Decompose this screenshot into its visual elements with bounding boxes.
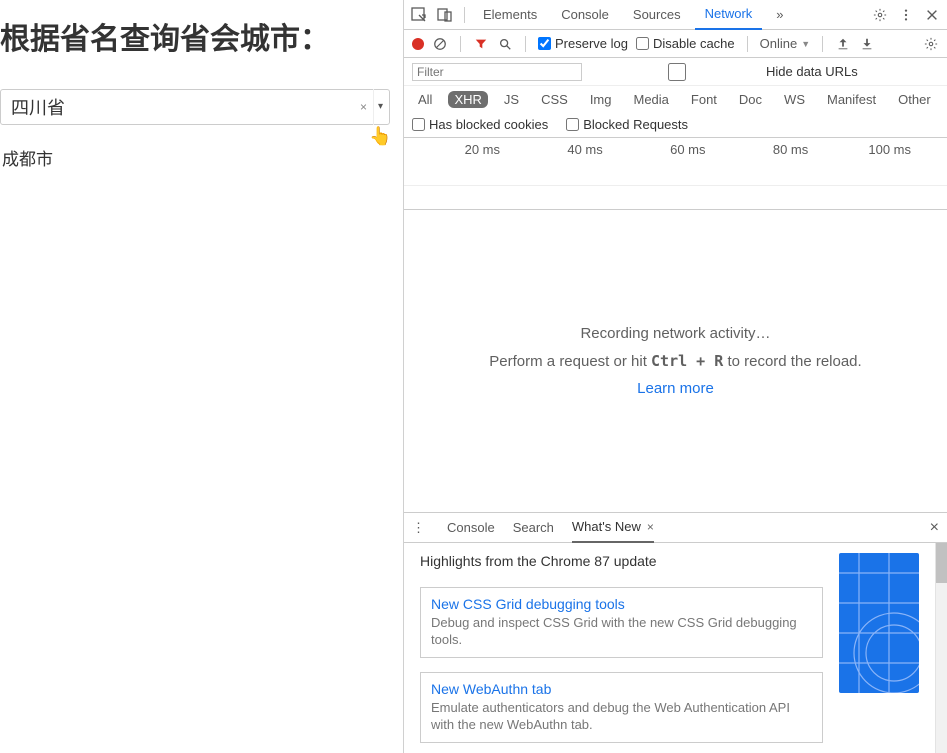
promo-graphic <box>839 553 919 693</box>
drawer-tabbar: ⋮ Console Search What's New× × <box>404 513 947 543</box>
divider <box>525 36 526 52</box>
clear-icon[interactable]: × <box>354 100 373 114</box>
request-type-bar: All XHR JS CSS Img Media Font Doc WS Man… <box>404 86 947 112</box>
timeline-tick: 100 ms <box>851 142 911 157</box>
scrollbar[interactable] <box>935 543 947 753</box>
drawer-tab-whatsnew[interactable]: What's New× <box>572 513 654 543</box>
tab-network[interactable]: Network <box>695 0 763 30</box>
close-tab-icon[interactable]: × <box>647 520 654 534</box>
divider <box>460 36 461 52</box>
filter-icon[interactable] <box>473 36 489 52</box>
hide-data-urls-label: Hide data URLs <box>766 64 858 79</box>
clear-icon[interactable] <box>432 36 448 52</box>
block-bar: Has blocked cookies Blocked Requests <box>404 112 947 138</box>
filter-input[interactable] <box>412 63 582 81</box>
devtools-tabbar: Elements Console Sources Network » <box>404 0 947 30</box>
inspect-icon[interactable] <box>408 4 430 26</box>
network-settings-icon[interactable] <box>923 36 939 52</box>
type-img[interactable]: Img <box>584 91 618 108</box>
tab-console[interactable]: Console <box>551 0 619 30</box>
type-other[interactable]: Other <box>892 91 937 108</box>
card-desc: Debug and inspect CSS Grid with the new … <box>431 615 812 649</box>
throttle-select[interactable]: Online▼ <box>760 36 811 51</box>
gear-icon[interactable] <box>869 4 891 26</box>
learn-more-link[interactable]: Learn more <box>637 380 714 397</box>
type-all[interactable]: All <box>412 91 438 108</box>
divider <box>464 7 465 23</box>
type-xhr[interactable]: XHR <box>448 91 487 108</box>
kebab-menu-icon[interactable]: ⋮ <box>412 520 425 536</box>
device-toggle-icon[interactable] <box>434 4 456 26</box>
highlights-title: Highlights from the Chrome 87 update <box>420 553 823 569</box>
recording-status: Recording network activity… <box>580 325 770 342</box>
card-title: New CSS Grid debugging tools <box>431 596 812 612</box>
type-media[interactable]: Media <box>627 91 674 108</box>
devtools-drawer: ⋮ Console Search What's New× × Highlight… <box>404 512 947 753</box>
type-css[interactable]: CSS <box>535 91 574 108</box>
close-devtools-icon[interactable] <box>921 4 943 26</box>
type-font[interactable]: Font <box>685 91 723 108</box>
type-manifest[interactable]: Manifest <box>821 91 882 108</box>
capital-result: 成都市 <box>2 145 403 170</box>
shortcut-key: Ctrl + R <box>651 352 723 370</box>
province-select[interactable]: 四川省 × ▾ <box>0 89 390 125</box>
blocked-requests-label: Blocked Requests <box>583 117 688 132</box>
throttle-value: Online <box>760 36 798 51</box>
preserve-log-checkbox[interactable]: Preserve log <box>538 36 628 51</box>
search-icon[interactable] <box>497 36 513 52</box>
blocked-requests-checkbox[interactable]: Blocked Requests <box>566 117 688 132</box>
network-timeline[interactable]: 20 ms 40 ms 60 ms 80 ms 100 ms <box>404 138 947 210</box>
chevron-down-icon[interactable]: ▾ <box>373 89 389 125</box>
card-title: New WebAuthn tab <box>431 681 812 697</box>
province-select-value: 四川省 <box>11 94 354 120</box>
whatsnew-body: Highlights from the Chrome 87 update New… <box>404 543 935 753</box>
app-pane: 根据省名查询省会城市： 四川省 × ▾ 👆 成都市 <box>0 0 403 753</box>
type-doc[interactable]: Doc <box>733 91 768 108</box>
type-ws[interactable]: WS <box>778 91 811 108</box>
disable-cache-checkbox[interactable]: Disable cache <box>636 36 735 51</box>
close-drawer-icon[interactable]: × <box>930 519 939 537</box>
drawer-tab-search[interactable]: Search <box>513 513 554 543</box>
tab-sources[interactable]: Sources <box>623 0 691 30</box>
divider <box>747 36 748 52</box>
blocked-cookies-label: Has blocked cookies <box>429 117 548 132</box>
tab-elements[interactable]: Elements <box>473 0 547 30</box>
timeline-tick: 60 ms <box>646 142 706 157</box>
preserve-log-label: Preserve log <box>555 36 628 51</box>
whatsnew-card[interactable]: New CSS Grid debugging tools Debug and i… <box>420 587 823 658</box>
upload-icon[interactable] <box>835 36 851 52</box>
chevron-down-icon: ▼ <box>801 39 810 49</box>
divider <box>822 36 823 52</box>
mouse-cursor-icon: 👆 <box>369 126 391 147</box>
timeline-tick: 20 ms <box>440 142 500 157</box>
timeline-tick: 80 ms <box>748 142 808 157</box>
disable-cache-label: Disable cache <box>653 36 735 51</box>
devtools-panel: Elements Console Sources Network » Prese… <box>403 0 947 753</box>
network-toolbar: Preserve log Disable cache Online▼ <box>404 30 947 58</box>
hide-data-urls-checkbox[interactable]: Hide data URLs <box>592 63 858 81</box>
recording-hint: Perform a request or hit Ctrl + R to rec… <box>489 352 861 370</box>
scrollbar-thumb[interactable] <box>936 543 947 583</box>
record-icon[interactable] <box>412 38 424 50</box>
network-empty-state: Recording network activity… Perform a re… <box>404 210 947 512</box>
more-tabs-icon[interactable]: » <box>766 0 793 30</box>
card-desc: Emulate authenticators and debug the Web… <box>431 700 812 734</box>
whatsnew-card[interactable]: New WebAuthn tab Emulate authenticators … <box>420 672 823 743</box>
download-icon[interactable] <box>859 36 875 52</box>
filter-bar: Hide data URLs <box>404 58 947 86</box>
timeline-tick: 40 ms <box>543 142 603 157</box>
blocked-cookies-checkbox[interactable]: Has blocked cookies <box>412 117 548 132</box>
kebab-menu-icon[interactable] <box>895 4 917 26</box>
type-js[interactable]: JS <box>498 91 525 108</box>
drawer-tab-console[interactable]: Console <box>447 513 495 543</box>
page-title: 根据省名查询省会城市： <box>0 20 403 59</box>
